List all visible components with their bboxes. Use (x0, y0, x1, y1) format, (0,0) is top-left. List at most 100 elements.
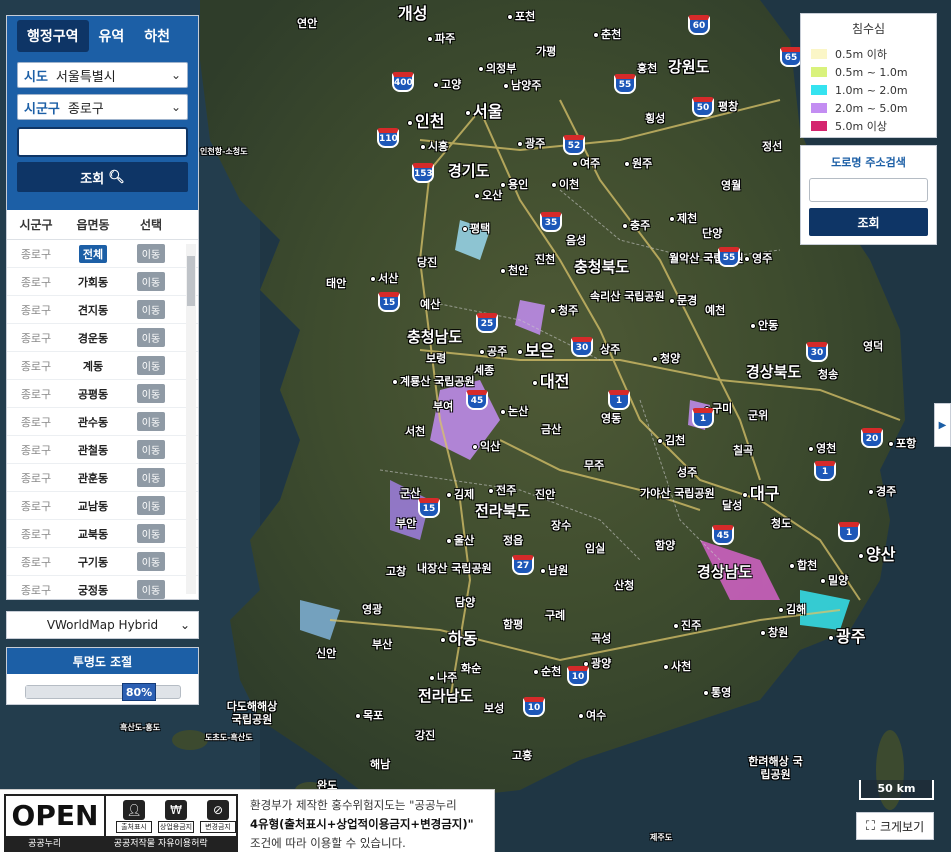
list-item: 종로구 경운동 이동 (7, 324, 198, 352)
opacity-slider[interactable]: 80% (25, 683, 181, 701)
city-label: 예천 (705, 304, 726, 317)
city-label: 단양 (702, 227, 723, 240)
move-button[interactable]: 이동 (136, 356, 166, 375)
attribution-icon: 👤︎ 출처표시 (116, 800, 152, 834)
tab-river[interactable]: 하천 (134, 20, 180, 52)
city-label-busan: 광주 (828, 623, 865, 647)
list-item: 종로구 관수동 이동 (7, 408, 198, 436)
city-label: 밀양 (820, 572, 848, 588)
kogl-bar: 공공누리 공공저작물 자유이용허락 (6, 836, 238, 852)
highway-shield: 65 (780, 47, 802, 67)
city-label: 금산 (541, 423, 562, 436)
header-sigungu: 시군구 (19, 218, 53, 232)
tab-admin-district[interactable]: 행정구역 (17, 20, 89, 52)
city-label: 천안 (500, 262, 528, 278)
dong-list[interactable]: 종로구 전체 이동 종로구 가회동 이동 종로구 견지동 이동 종로구 경운동 … (7, 240, 198, 600)
legend-label: 1.0m ~ 2.0m (835, 83, 908, 97)
city-label-ulsan: 양산 (858, 541, 895, 565)
highway-shield: 10 (567, 666, 589, 686)
city-label: 광주 (517, 135, 545, 151)
highway-shield: 110 (377, 128, 399, 148)
row-dong: 구기동 (77, 555, 109, 569)
city-label: 평창 (718, 100, 739, 113)
sigungu-select[interactable]: 시군구 종로구 ⌄ (17, 94, 188, 120)
city-label: 청주 (550, 302, 578, 318)
list-header: 시군구 읍면동 선택 (7, 210, 198, 240)
legend-item: 1.0m ~ 2.0m (811, 81, 926, 99)
address-search-input[interactable] (809, 178, 928, 202)
city-label-gwangju: 하동 (440, 625, 477, 649)
tab-watershed[interactable]: 유역 (89, 20, 135, 52)
noderivs-icon: ⊘ 변경금지 (200, 800, 236, 834)
city-label-incheon: 인천 (407, 108, 444, 132)
city-label: 진천 (535, 253, 556, 266)
move-button[interactable]: 이동 (136, 328, 166, 347)
license-text: 환경부가 제작한 홍수위험지도는 "공공누리 4유형(출처표시+상업적이용금지+… (250, 796, 490, 852)
city-label: 전주 (488, 482, 516, 498)
row-dong: 관철동 (77, 443, 109, 457)
move-button[interactable]: 이동 (136, 580, 166, 599)
sigungu-value: 종로구 (67, 101, 104, 117)
highway-shield: 30 (806, 342, 828, 362)
city-label: 여주 (572, 155, 600, 171)
city-label: 청양 (652, 350, 680, 366)
move-button[interactable]: 이동 (136, 272, 166, 291)
highway-shield: 52 (563, 135, 585, 155)
city-label: 다도해해상 국립공원 (226, 700, 278, 726)
city-label: 사천 (663, 658, 691, 674)
move-button[interactable]: 이동 (136, 440, 166, 459)
enlarge-button[interactable]: ⛶ 크게보기 (856, 812, 934, 840)
legend-label: 2.0m ~ 5.0m (835, 101, 908, 115)
opacity-handle[interactable]: 80% (122, 683, 156, 701)
city-label-sejong: 보은 (517, 337, 554, 361)
row-sigungu: 종로구 (20, 331, 52, 345)
move-button[interactable]: 이동 (136, 468, 166, 487)
city-label: 예산 (420, 298, 441, 311)
move-button[interactable]: 이동 (136, 384, 166, 403)
list-item: 종로구 교남동 이동 (7, 492, 198, 520)
city-label: 순천 (533, 663, 561, 679)
city-label: 통영 (703, 684, 731, 700)
move-button[interactable]: 이동 (136, 552, 166, 571)
address-search-panel: 도로명 주소검색 조회 (800, 145, 937, 245)
move-button[interactable]: 이동 (136, 496, 166, 515)
list-scrollbar[interactable] (186, 244, 196, 594)
side-panel-toggle[interactable]: ▶ (934, 403, 951, 447)
row-sigungu: 종로구 (20, 471, 52, 485)
sido-select[interactable]: 시도 서울특별시 ⌄ (17, 62, 188, 88)
legend-label: 0.5m ~ 1.0m (835, 65, 908, 79)
noncommercial-icon: ₩ 상업용금지 (158, 800, 194, 834)
enlarge-label: 크게보기 (879, 819, 925, 834)
basemap-select[interactable]: VWorldMap Hybrid ⌄ (6, 611, 199, 639)
move-button[interactable]: 이동 (136, 300, 166, 319)
legend-label: 5.0m 이상 (835, 120, 887, 133)
move-button[interactable]: 이동 (136, 412, 166, 431)
city-label-seoul: 서울 (465, 98, 502, 122)
city-label: 김해 (778, 601, 806, 617)
region-label: 경상북도 (746, 363, 802, 381)
city-label: 신안 (316, 647, 337, 660)
city-label: 오산 (474, 187, 502, 203)
city-label: 가평 (536, 45, 557, 58)
highway-shield: 400 (392, 72, 414, 92)
city-label: 영동 (601, 412, 622, 425)
city-label: 영광 (362, 603, 383, 616)
row-sigungu: 종로구 (20, 583, 52, 597)
license-line: 환경부가 제작한 홍수위험지도는 "공공누리 (250, 798, 457, 812)
city-label: 정읍 (503, 534, 524, 547)
search-button[interactable]: 조회 🔍︎ (17, 162, 188, 192)
row-dong: 관훈동 (77, 471, 109, 485)
scrollbar-thumb[interactable] (187, 256, 195, 306)
legend-item: 0.5m ~ 1.0m (811, 63, 926, 81)
city-label: 함평 (503, 618, 524, 631)
dong-search-input[interactable] (17, 127, 188, 157)
address-search-button[interactable]: 조회 (809, 208, 928, 236)
highway-shield: 25 (476, 313, 498, 333)
list-item: 종로구 구기동 이동 (7, 548, 198, 576)
move-button[interactable]: 이동 (136, 524, 166, 543)
open-logo: OPEN (6, 796, 106, 836)
row-dong: 교남동 (77, 499, 109, 513)
chevron-down-icon: ⌄ (170, 68, 181, 82)
list-item: 종로구 궁정동 이동 (7, 576, 198, 600)
move-button[interactable]: 이동 (136, 244, 166, 263)
